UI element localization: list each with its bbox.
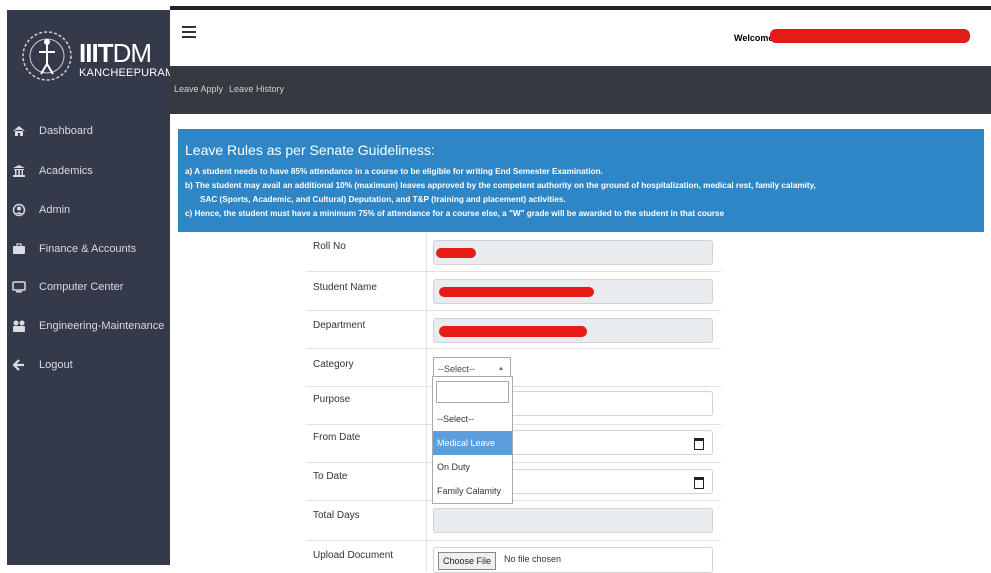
row-total-days: Total Days [306, 500, 721, 541]
dropdown-option-on-duty[interactable]: On Duty [433, 455, 512, 479]
sidebar-item-dashboard[interactable]: Dashboard [7, 117, 170, 147]
tools-icon [13, 320, 25, 332]
rule-line-a: a) A student needs to have 85% attendanc… [185, 167, 603, 176]
logo[interactable]: IIITDM KANCHEEPURAM [7, 10, 174, 110]
calendar-icon[interactable] [694, 438, 704, 450]
rules-title: Leave Rules as per Senate Guideliness: [185, 142, 435, 158]
no-file-text: No file chosen [504, 554, 562, 564]
bank-icon [13, 165, 25, 177]
dropdown-option-select[interactable]: --Select-- [433, 407, 512, 431]
monitor-icon [12, 281, 26, 293]
from-date-label: From Date [313, 432, 361, 443]
total-days-field [433, 508, 713, 533]
redacted-department [439, 326, 587, 337]
category-label: Category [313, 359, 354, 370]
student-name-label: Student Name [313, 282, 377, 293]
row-roll-no: Roll No [306, 233, 721, 271]
sidebar-item-finance[interactable]: Finance & Accounts [7, 235, 170, 265]
redacted-roll-no [436, 248, 476, 258]
sidebar-item-label: Academics [39, 165, 93, 177]
dropdown-option-family-calamity[interactable]: Family Calamity [433, 479, 512, 503]
department-field [433, 318, 713, 343]
leave-rules-box: Leave Rules as per Senate Guideliness: a… [178, 129, 984, 232]
dropdown-search-input[interactable] [436, 381, 509, 403]
rule-line-b2: SAC (Sports, Academic, and Cultural) Dep… [200, 195, 566, 204]
sidebar-item-admin[interactable]: Admin [7, 196, 170, 226]
calendar-icon[interactable] [694, 477, 704, 489]
total-days-label: Total Days [313, 510, 360, 521]
caret-up-icon: ▲ [498, 366, 504, 372]
sidebar-item-label: Finance & Accounts [39, 243, 137, 255]
sidebar-item-label: Dashboard [39, 125, 93, 137]
leave-apply-link[interactable]: Leave Apply [174, 84, 223, 94]
row-purpose: Purpose [306, 386, 721, 425]
upload-document-label: Upload Document [313, 550, 394, 561]
arrow-left-icon [12, 359, 24, 371]
department-label: Department [313, 320, 366, 331]
row-department: Department [306, 310, 721, 349]
top-strip [0, 0, 991, 10]
dropdown-option-medical-leave[interactable]: Medical Leave [433, 431, 512, 455]
rule-line-c: c) Hence, the student must have a minimu… [185, 209, 725, 218]
sidebar-item-logout[interactable]: Logout [7, 351, 170, 381]
briefcase-icon [13, 243, 25, 254]
row-from-date: From Date [306, 424, 721, 463]
redacted-username [770, 29, 970, 43]
choose-file-button[interactable]: Choose File [438, 552, 497, 570]
user-circle-icon [12, 203, 26, 217]
category-dropdown: --Select-- Medical Leave On Duty Family … [432, 376, 513, 504]
sidebar-item-label: Computer Center [39, 281, 124, 293]
sidebar-item-label: Admin [39, 204, 71, 216]
sidebar-item-computer-center[interactable]: Computer Center [7, 273, 170, 303]
to-date-label: To Date [313, 471, 348, 482]
hamburger-menu-icon[interactable] [182, 26, 196, 38]
row-student-name: Student Name [306, 271, 721, 311]
roll-no-field [433, 240, 713, 265]
welcome-text: Welcome [734, 33, 774, 43]
emblem-icon [22, 31, 72, 81]
sidebar-item-label: Logout [39, 359, 73, 371]
sidebar-item-label: Engineering-Maintenance [39, 320, 165, 332]
redacted-student-name [439, 287, 594, 297]
row-category: Category --Select-- ▲ [306, 348, 721, 387]
brand-subtitle: KANCHEEPURAM [79, 67, 175, 79]
student-name-field [433, 279, 713, 304]
upload-document-input[interactable]: Choose File No file chosen [433, 547, 713, 573]
sidebar: IIITDM KANCHEEPURAM Dashboard Academics … [7, 10, 174, 565]
sidebar-item-engineering[interactable]: Engineering-Maintenance [7, 312, 170, 342]
sidebar-item-academics[interactable]: Academics [7, 157, 170, 187]
row-to-date: To Date [306, 462, 721, 501]
top-header: Welcome [170, 10, 991, 66]
home-icon [13, 126, 25, 136]
purpose-label: Purpose [313, 394, 351, 405]
category-selected-value: --Select-- [438, 364, 476, 374]
roll-no-label: Roll No [313, 241, 346, 252]
brand-name: IIITDM [79, 38, 152, 68]
row-upload-document: Upload Document Choose File No file chos… [306, 540, 721, 573]
sub-navbar: Leave Apply Leave History [170, 66, 991, 114]
leave-history-link[interactable]: Leave History [229, 84, 284, 94]
rule-line-b: b) The student may avail an additional 1… [185, 181, 816, 190]
